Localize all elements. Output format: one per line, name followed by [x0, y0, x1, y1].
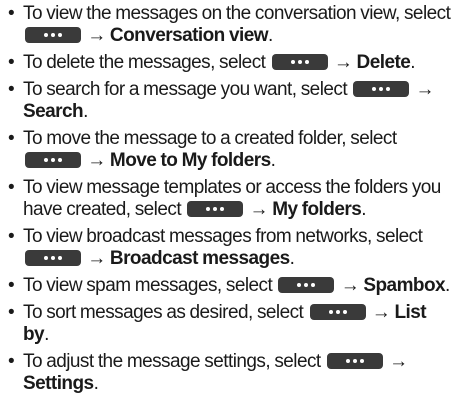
sentence-end: . [289, 248, 295, 269]
menu-option-label: Search [23, 101, 84, 122]
instruction-item: • To adjust the message settings, select… [8, 351, 451, 395]
instruction-document: • To view the messages on the conversati… [0, 0, 455, 394]
instruction-item: • To view broadcast messages from networ… [8, 226, 451, 270]
instruction-item: • To view message templates or access th… [8, 177, 451, 221]
arrow-glyph: → [87, 25, 106, 46]
arrow-glyph: → [340, 275, 360, 296]
bullet-mark: • [8, 177, 15, 198]
more-options-icon [278, 277, 335, 293]
instruction-text: To sort messages as desired, select [23, 302, 308, 323]
more-options-icon [326, 353, 383, 369]
arrow-glyph: → [371, 302, 391, 323]
menu-option-label: Conversation view [109, 25, 269, 46]
instruction-text: To delete the messages, select [23, 52, 270, 73]
arrow-glyph: → [87, 248, 106, 269]
sentence-end: . [93, 373, 99, 394]
sentence-end: . [44, 324, 49, 345]
bullet-mark: • [8, 226, 15, 247]
more-options-icon [309, 304, 366, 320]
menu-option-label: Delete [356, 52, 411, 73]
more-options-icon [187, 201, 244, 217]
sentence-end: . [83, 101, 88, 122]
more-options-icon [25, 27, 81, 43]
arrow-glyph: → [249, 199, 269, 220]
menu-option-label: Broadcast messages [109, 248, 290, 269]
instruction-text: To move the message to a created folder,… [23, 128, 397, 149]
instruction-list: • To view the messages on the conversati… [8, 3, 451, 395]
bullet-mark: • [8, 275, 15, 296]
menu-option-label: Move to My folders [109, 150, 271, 171]
more-options-icon [353, 81, 410, 97]
instruction-item: • To delete the messages, select → Delet… [8, 52, 451, 74]
sentence-end: . [445, 275, 450, 296]
bullet-mark: • [8, 302, 15, 323]
arrow-glyph: → [415, 79, 435, 100]
menu-option-label: Settings [23, 373, 94, 394]
instruction-text: To adjust the message settings, select [23, 351, 325, 372]
instruction-text: To search for a message you want, select [23, 79, 352, 100]
instruction-item: • To move the message to a created folde… [8, 128, 451, 172]
arrow-glyph: → [87, 150, 106, 171]
menu-option-label: My folders [272, 199, 362, 220]
arrow-glyph: → [389, 351, 408, 372]
instruction-item: • To view spam messages, select → Spambo… [8, 275, 451, 297]
bullet-mark: • [8, 52, 15, 73]
bullet-mark: • [8, 79, 15, 100]
sentence-end: . [267, 25, 273, 46]
instruction-item: • To search for a message you want, sele… [8, 79, 451, 123]
more-options-icon [271, 54, 328, 70]
sentence-end: . [410, 52, 415, 73]
sentence-end: . [270, 150, 276, 171]
instruction-item: • To sort messages as desired, select → … [8, 302, 451, 346]
bullet-mark: • [8, 128, 15, 149]
instruction-text: To view broadcast messages from networks… [23, 226, 423, 247]
menu-option-label: Spambox [363, 275, 446, 296]
instruction-text: To view the messages on the conversation… [23, 3, 451, 24]
instruction-text: To view spam messages, select [23, 275, 277, 296]
instruction-item: • To view the messages on the conversati… [8, 3, 451, 47]
arrow-glyph: → [333, 52, 353, 73]
bullet-mark: • [8, 351, 15, 372]
more-options-icon [25, 152, 81, 168]
sentence-end: . [361, 199, 366, 220]
bullet-mark: • [8, 3, 15, 24]
more-options-icon [25, 250, 81, 266]
